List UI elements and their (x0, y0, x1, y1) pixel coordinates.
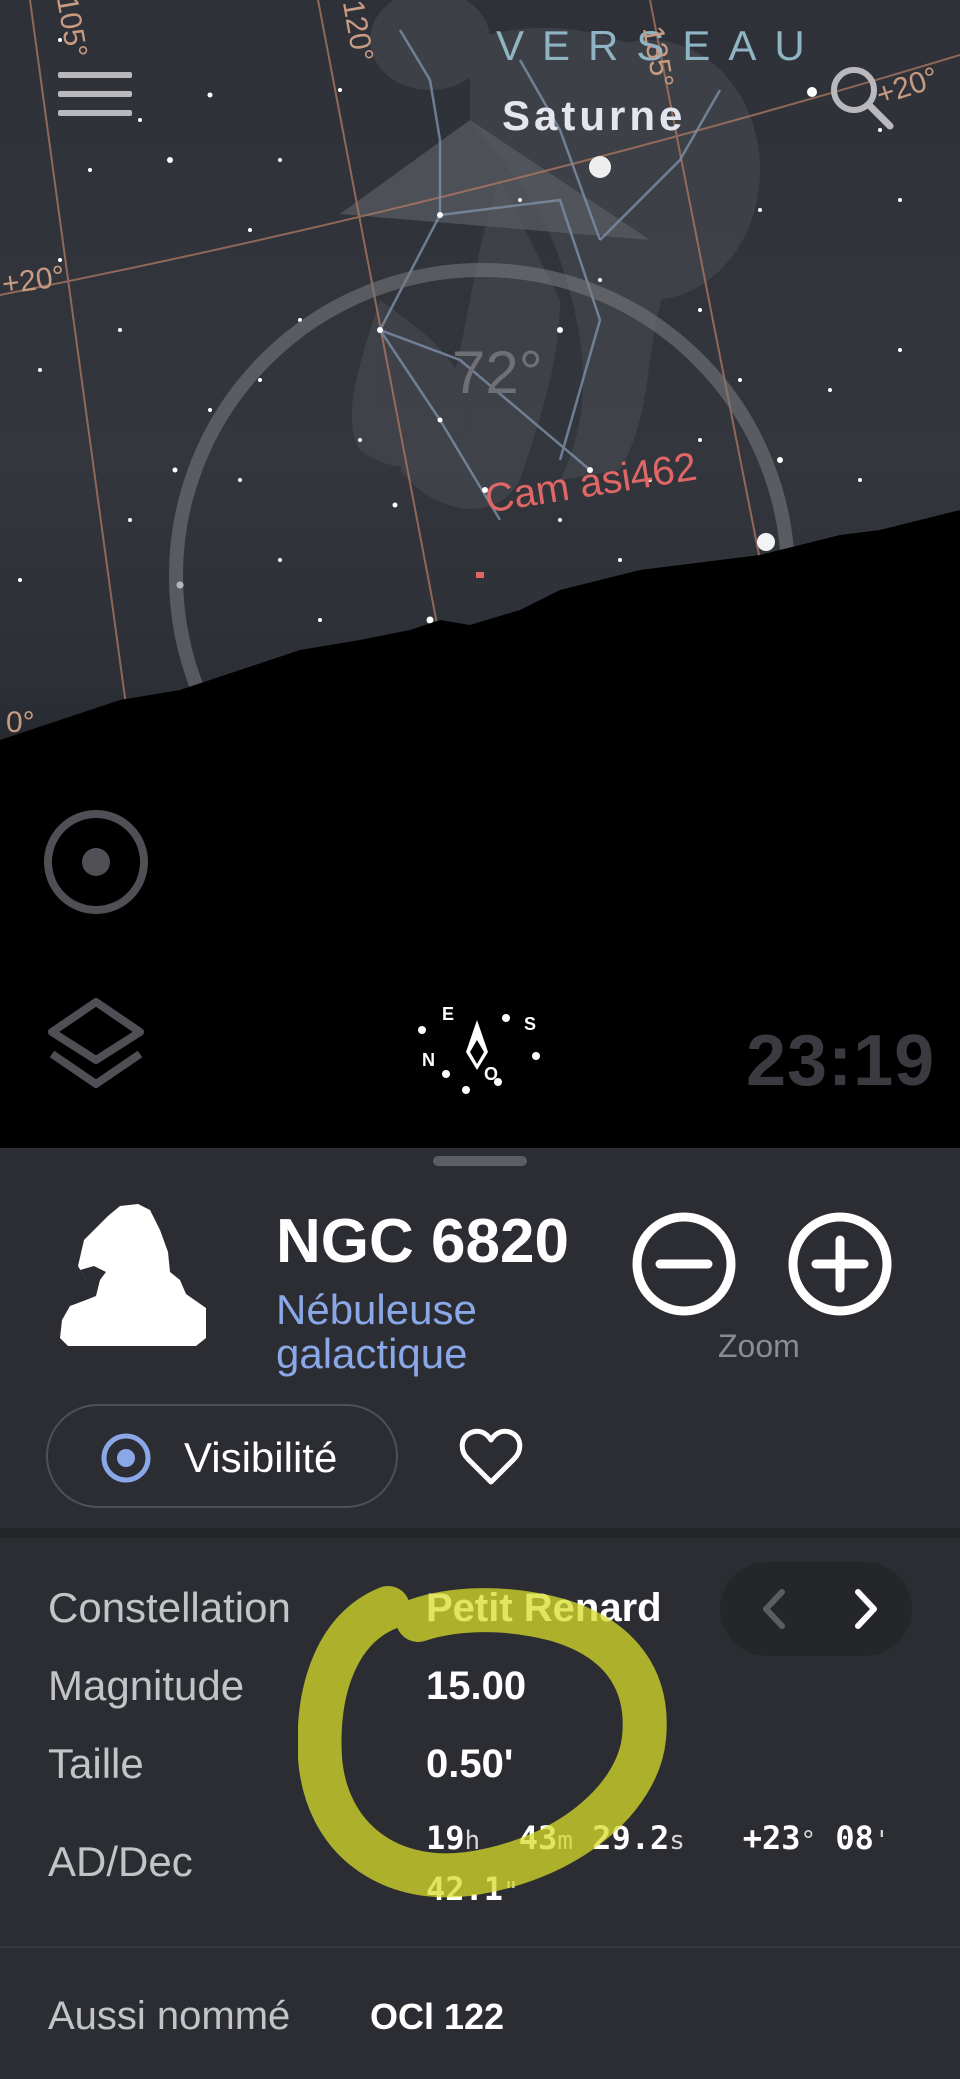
object-type[interactable]: Nébuleuse galactique (276, 1288, 576, 1376)
zoom-out-button[interactable] (630, 1210, 738, 1318)
compass-east: E (442, 1004, 454, 1024)
compass-icon[interactable]: E S N O (406, 996, 548, 1098)
chevron-left-icon[interactable] (744, 1576, 804, 1642)
visibility-label: Visibilité (184, 1434, 338, 1481)
object-name: NGC 6820 (276, 1207, 569, 1276)
size-value: 0.50' (426, 1742, 514, 1786)
nebula-icon (60, 1204, 206, 1346)
zoom-label: Zoom (718, 1328, 800, 1364)
layers-icon[interactable] (44, 994, 148, 1098)
altitude-label: 72° (452, 339, 543, 406)
aka-value: OCl 122 (370, 1996, 505, 2037)
sky-view[interactable]: VERSEAU Saturne 72° Cam asi462 105° 120°… (0, 0, 960, 1148)
constellation-label: Constellation (48, 1584, 291, 1631)
target-icon (101, 1433, 151, 1483)
aka-label: Aussi nommé (48, 1994, 291, 2038)
magnitude-label: Magnitude (48, 1662, 245, 1709)
menu-button[interactable] (58, 72, 132, 126)
search-icon[interactable] (826, 62, 896, 132)
magnitude-value: 15.00 (426, 1664, 527, 1708)
time-display[interactable]: 23:19 (746, 1020, 935, 1102)
visibility-button[interactable]: Visibilité (46, 1404, 398, 1508)
size-label: Taille (48, 1740, 144, 1787)
zoom-in-button[interactable] (786, 1210, 894, 1318)
favorite-heart-icon[interactable] (458, 1424, 524, 1490)
constellation-artwork (351, 0, 760, 509)
locate-icon[interactable] (40, 806, 152, 918)
sheet-drag-handle[interactable] (433, 1156, 527, 1166)
radec-value: 19h 43m 29.2s +23° 08' 42.1" (426, 1819, 890, 1908)
chevron-right-icon[interactable] (836, 1576, 896, 1642)
planet-label[interactable]: Saturne (502, 92, 686, 140)
object-info-sheet: NGC 6820 Nébuleuse galactique Zoom Visib… (0, 1148, 960, 2079)
grid-label-0: 0° (6, 706, 35, 739)
saturn-planet (589, 156, 611, 178)
section-divider-2 (0, 1946, 960, 1948)
sky-map (0, 0, 960, 1148)
camera-frame (476, 572, 484, 578)
section-divider (0, 1528, 960, 1538)
radec-label: AD/Dec (48, 1838, 193, 1885)
compass-south: S (524, 1014, 536, 1034)
bright-star (757, 533, 775, 551)
compass-west: O (484, 1064, 498, 1084)
compass-north: N (422, 1050, 435, 1070)
constellation-value[interactable]: Petit Renard (426, 1586, 662, 1631)
